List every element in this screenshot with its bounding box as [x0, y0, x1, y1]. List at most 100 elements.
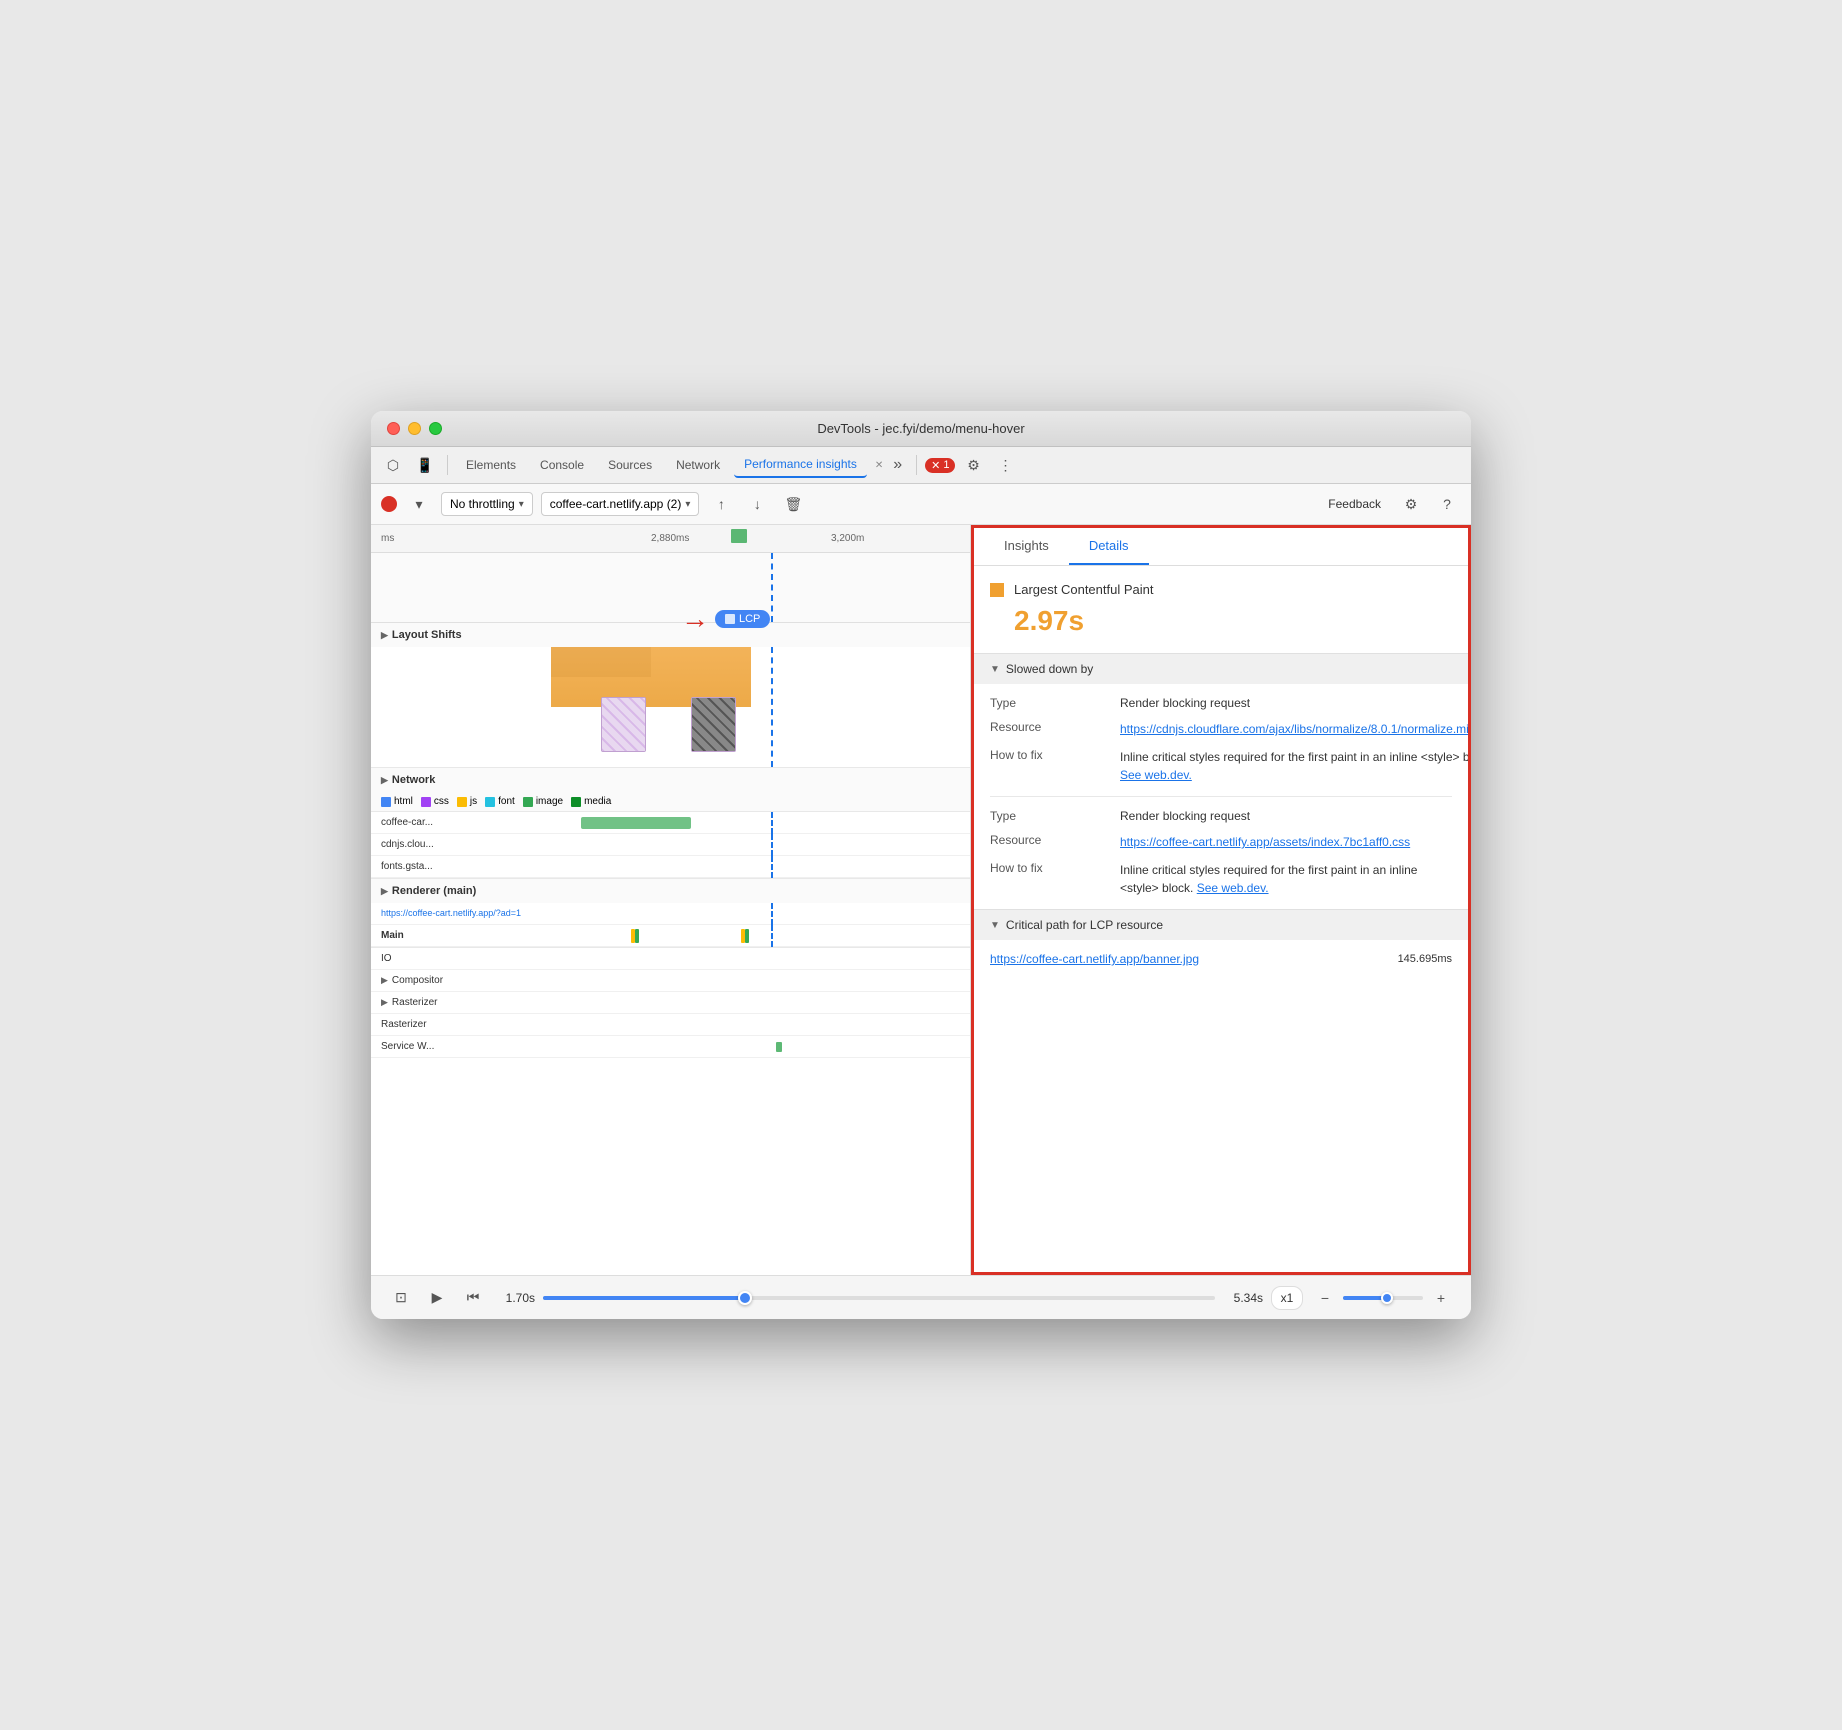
type-value-2: Render blocking request [1120, 809, 1452, 823]
media-color [571, 797, 581, 807]
type-label-1: Type [990, 696, 1110, 710]
rasterizer-label: Rasterizer [392, 997, 438, 1008]
screenshot-icon[interactable]: ⊡ [387, 1284, 415, 1312]
session-label: coffee-cart.netlify.app (2) [550, 497, 682, 511]
error-x-icon: ✕ [931, 459, 940, 472]
lcp-badge-square [725, 614, 735, 624]
slowed-by-header[interactable]: ▼ Slowed down by [974, 653, 1468, 684]
layout-shift-thumb2 [691, 697, 736, 752]
zoom-slider-thumb[interactable] [1381, 1292, 1393, 1304]
delete-icon[interactable]: 🗑 [779, 490, 807, 518]
dropdown-arrow-small[interactable]: ▾ [405, 490, 433, 518]
help-icon[interactable]: ? [1433, 490, 1461, 518]
see-link-2[interactable]: See web.dev. [1197, 881, 1269, 895]
zoom-level-display: x1 [1271, 1286, 1303, 1310]
network-rows: coffee-car... cdnjs.clou... fonts.gsta..… [371, 812, 970, 878]
slider-fill [543, 1296, 745, 1300]
time-label-2880: 2,880ms [651, 533, 689, 544]
maximize-button[interactable] [429, 422, 442, 435]
net-row-2: cdnjs.clou... [371, 834, 970, 856]
play-icon[interactable]: ▶ [423, 1284, 451, 1312]
main-toolbar: ⬡ 📱 Elements Console Sources Network Per… [371, 447, 1471, 484]
slider-thumb[interactable] [738, 1291, 752, 1305]
tab-elements[interactable]: Elements [456, 453, 526, 477]
tab-overflow-button[interactable]: » [887, 452, 908, 478]
traffic-lights [387, 422, 442, 435]
layout-shifts-label: Layout Shifts [392, 629, 462, 641]
compositor-expand-icon: ▶ [381, 975, 388, 986]
zoom-plus-icon[interactable]: + [1427, 1284, 1455, 1312]
tab-performance[interactable]: Performance insights [734, 452, 867, 478]
resource-label-1: Resource [990, 720, 1110, 738]
renderer-main-label: Main [381, 930, 471, 941]
lcp-badge: LCP [715, 610, 770, 628]
net-dashed-3 [771, 856, 773, 878]
mobile-icon[interactable]: 📱 [411, 451, 439, 479]
tab-network[interactable]: Network [666, 453, 730, 477]
slowed-item-2: Type Render blocking request Resource ht… [974, 797, 1468, 909]
legend-image: image [523, 796, 563, 807]
see-link-1[interactable]: See web.dev. [1120, 768, 1192, 782]
resource-link-1[interactable]: https://cdnjs.cloudflare.com/ajax/libs/n… [1120, 720, 1468, 738]
slowed-by-expand-icon: ▼ [990, 664, 1000, 675]
minimize-button[interactable] [408, 422, 421, 435]
lcp-header: Largest Contentful Paint [974, 566, 1468, 601]
critical-path-link[interactable]: https://coffee-cart.netlify.app/banner.j… [990, 952, 1199, 966]
timeline-slider[interactable] [543, 1296, 1215, 1300]
rasterizer-label2: Rasterizer [381, 1019, 471, 1030]
renderer-expand-icon: ▶ [381, 886, 388, 897]
service-worker-label: Service W... [381, 1041, 471, 1052]
feedback-button[interactable]: Feedback [1320, 493, 1389, 515]
lcp-marker-area: → LCP [371, 553, 970, 623]
resource-label-2: Resource [990, 833, 1110, 851]
end-time-display: 5.34s [1223, 1291, 1263, 1305]
session-dropdown[interactable]: coffee-cart.netlify.app (2) ▾ [541, 492, 700, 516]
renderer-url-row: https://coffee-cart.netlify.app/?ad=1 [371, 903, 970, 925]
performance-subbar: ▾ No throttling ▾ coffee-cart.netlify.ap… [371, 484, 1471, 525]
close-button[interactable] [387, 422, 400, 435]
gear-icon[interactable]: ⚙ [1397, 490, 1425, 518]
tab-insights[interactable]: Insights [984, 528, 1069, 565]
skip-to-start-icon[interactable]: ⏮ [459, 1284, 487, 1312]
more-options-icon[interactable]: ⋮ [991, 451, 1019, 479]
tab-sources[interactable]: Sources [598, 453, 662, 477]
session-arrow-icon: ▾ [685, 499, 690, 510]
error-badge[interactable]: ✕ 1 [925, 458, 955, 473]
insights-panel: Insights Details Largest Contentful Pain… [971, 525, 1471, 1275]
rasterizer-section[interactable]: ▶ Rasterizer [371, 992, 970, 1014]
net-row-1: coffee-car... [371, 812, 970, 834]
net-dashed-2 [771, 834, 773, 856]
critical-path-row: https://coffee-cart.netlify.app/banner.j… [974, 940, 1468, 978]
settings-icon[interactable]: ⚙ [959, 451, 987, 479]
resource-link-2[interactable]: https://coffee-cart.netlify.app/assets/i… [1120, 833, 1452, 851]
zoom-slider-track[interactable] [1343, 1296, 1423, 1300]
upload-icon[interactable]: ↑ [707, 490, 735, 518]
js-color [457, 797, 467, 807]
media-label: media [584, 796, 611, 807]
html-label: html [394, 796, 413, 807]
renderer-url-link[interactable]: https://coffee-cart.netlify.app/?ad=1 [381, 908, 521, 918]
layout-shifts-body [371, 647, 970, 767]
tab-console[interactable]: Console [530, 453, 594, 477]
time-indicator-line [771, 553, 773, 622]
critical-path-expand-icon: ▼ [990, 920, 1000, 931]
renderer-header[interactable]: ▶ Renderer (main) [371, 879, 970, 903]
network-header[interactable]: ▶ Network [371, 768, 970, 792]
cursor-icon[interactable]: ⬡ [379, 451, 407, 479]
layout-shifts-header[interactable]: ▶ Layout Shifts [371, 623, 970, 647]
io-section: IO [371, 948, 970, 970]
compositor-section[interactable]: ▶ Compositor [371, 970, 970, 992]
service-worker-bar [776, 1042, 782, 1052]
record-button[interactable] [381, 496, 397, 512]
tab-details[interactable]: Details [1069, 528, 1149, 565]
lcp-value: 2.97s [974, 601, 1468, 653]
download-icon[interactable]: ↓ [743, 490, 771, 518]
throttling-dropdown[interactable]: No throttling ▾ [441, 492, 533, 516]
insights-tabs: Insights Details [974, 528, 1468, 566]
tab-close-icon[interactable]: ✕ [875, 460, 883, 471]
net-label-3: fonts.gsta... [381, 861, 471, 872]
time-label-ms: ms [381, 533, 394, 544]
critical-path-header[interactable]: ▼ Critical path for LCP resource [974, 909, 1468, 940]
rasterizer-row2: Rasterizer [371, 1014, 970, 1036]
zoom-minus-icon[interactable]: − [1311, 1284, 1339, 1312]
